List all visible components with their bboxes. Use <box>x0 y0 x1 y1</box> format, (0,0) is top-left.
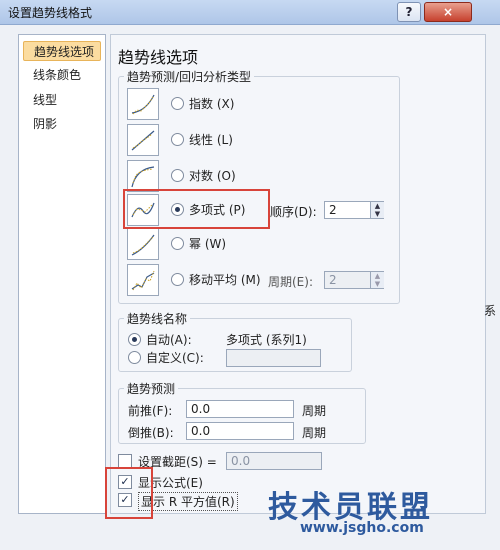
background-edge-text: 系 <box>484 304 497 318</box>
highlight-polynomial <box>123 189 270 229</box>
backward-label: 倒推(B): <box>128 426 174 440</box>
backward-input[interactable]: 0.0 <box>186 422 294 440</box>
backward-unit: 周期 <box>302 426 327 440</box>
forward-input[interactable]: 0.0 <box>186 400 294 418</box>
window-title: 设置趋势线格式 <box>8 6 93 20</box>
custom-name-radio[interactable] <box>128 351 141 364</box>
order-spinner[interactable]: ▲ ▼ <box>370 202 384 218</box>
logarithmic-trend-icon[interactable] <box>127 160 159 192</box>
forward-label: 前推(F): <box>128 404 173 418</box>
logarithmic-radio[interactable] <box>171 169 184 182</box>
linear-trend-icon[interactable] <box>127 124 159 156</box>
period-label: 周期(E): <box>268 275 313 289</box>
trendline-name-legend: 趋势线名称 <box>124 310 191 327</box>
intercept-input[interactable]: 0.0 <box>226 452 322 470</box>
order-label: 顺序(D): <box>270 205 317 219</box>
linear-label: 线性 (L) <box>189 133 233 147</box>
period-spinner[interactable]: ▲ ▼ <box>370 272 384 288</box>
close-button[interactable]: × <box>424 2 472 22</box>
auto-name-value: 多项式 (系列1) <box>226 333 307 347</box>
moving-average-label: 移动平均 (M) <box>189 273 261 287</box>
power-trend-icon[interactable] <box>127 228 159 260</box>
forward-unit: 周期 <box>302 404 327 418</box>
highlight-checkboxes <box>105 467 153 519</box>
exponential-label: 指数 (X) <box>189 97 235 111</box>
nav-item-shadow[interactable]: 阴影 <box>23 114 101 134</box>
logarithmic-label: 对数 (O) <box>189 169 236 183</box>
auto-name-radio[interactable] <box>128 333 141 346</box>
nav-item-line-style[interactable]: 线型 <box>23 90 101 110</box>
section-title: 趋势线选项 <box>118 48 199 67</box>
watermark-url: www.jsgho.com <box>300 520 424 536</box>
custom-name-label: 自定义(C): <box>146 351 204 365</box>
forecast-legend: 趋势预测 <box>124 380 179 397</box>
category-list: 趋势线选项 线条颜色 线型 阴影 <box>18 34 106 514</box>
intercept-checkbox[interactable] <box>118 454 132 468</box>
auto-name-label: 自动(A): <box>146 333 192 347</box>
moving-average-radio[interactable] <box>171 273 184 286</box>
title-bar: 设置趋势线格式 ? × <box>0 0 500 25</box>
custom-name-input[interactable] <box>226 349 321 367</box>
help-button[interactable]: ? <box>397 2 421 22</box>
regression-type-legend: 趋势预测/回归分析类型 <box>124 68 255 85</box>
linear-radio[interactable] <box>171 133 184 146</box>
exponential-radio[interactable] <box>171 97 184 110</box>
power-radio[interactable] <box>171 237 184 250</box>
nav-item-trendline-options[interactable]: 趋势线选项 <box>23 41 101 61</box>
exponential-trend-icon[interactable] <box>127 88 159 120</box>
moving-average-trend-icon[interactable] <box>127 264 159 296</box>
power-label: 幂 (W) <box>189 237 227 251</box>
nav-item-line-color[interactable]: 线条颜色 <box>23 65 101 85</box>
